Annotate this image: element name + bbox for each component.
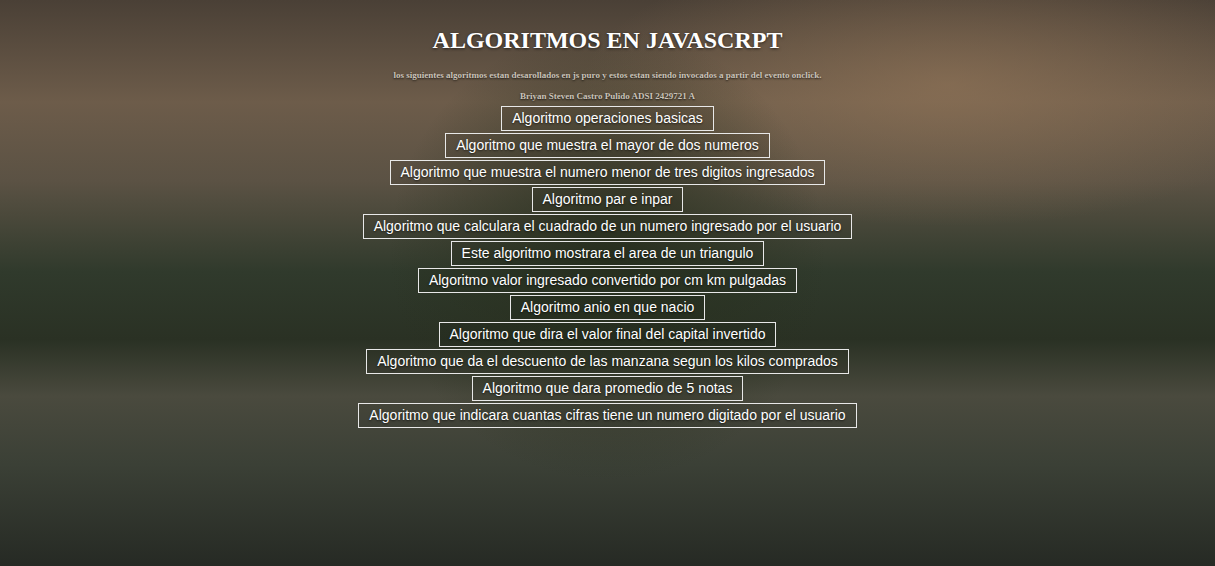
algorithm-button[interactable]: Algoritmo que muestra el mayor de dos nu… bbox=[445, 133, 770, 158]
algorithm-button[interactable]: Algoritmo que calculara el cuadrado de u… bbox=[363, 214, 853, 239]
page-title: ALGORITMOS EN JAVASCRPT bbox=[433, 26, 783, 54]
algorithm-button[interactable]: Algoritmo que dara promedio de 5 notas bbox=[472, 376, 744, 401]
page-subtitle: los siguientes algoritmos estan desaroll… bbox=[393, 69, 821, 81]
algorithm-button[interactable]: Algoritmo valor ingresado convertido por… bbox=[418, 268, 797, 293]
algorithm-list: Algoritmo operaciones basicasAlgoritmo q… bbox=[358, 106, 856, 428]
algorithm-button[interactable]: Algoritmo que da el descuento de las man… bbox=[366, 349, 849, 374]
algorithm-button[interactable]: Algoritmo par e inpar bbox=[532, 187, 684, 212]
algorithm-button[interactable]: Algoritmo que dira el valor final del ca… bbox=[439, 322, 777, 347]
algorithm-button[interactable]: Algoritmo anio en que nacio bbox=[510, 295, 706, 320]
algorithm-button[interactable]: Algoritmo operaciones basicas bbox=[501, 106, 714, 131]
algorithm-button[interactable]: Algoritmo que indicara cuantas cifras ti… bbox=[358, 403, 856, 428]
algorithm-button[interactable]: Algoritmo que muestra el numero menor de… bbox=[390, 160, 826, 185]
algorithm-button[interactable]: Este algoritmo mostrara el area de un tr… bbox=[451, 241, 765, 266]
page-background: ALGORITMOS EN JAVASCRPT los siguientes al… bbox=[0, 0, 1215, 566]
author-line: Briyan Steven Castro Pulido ADSI 2429721… bbox=[520, 90, 695, 102]
